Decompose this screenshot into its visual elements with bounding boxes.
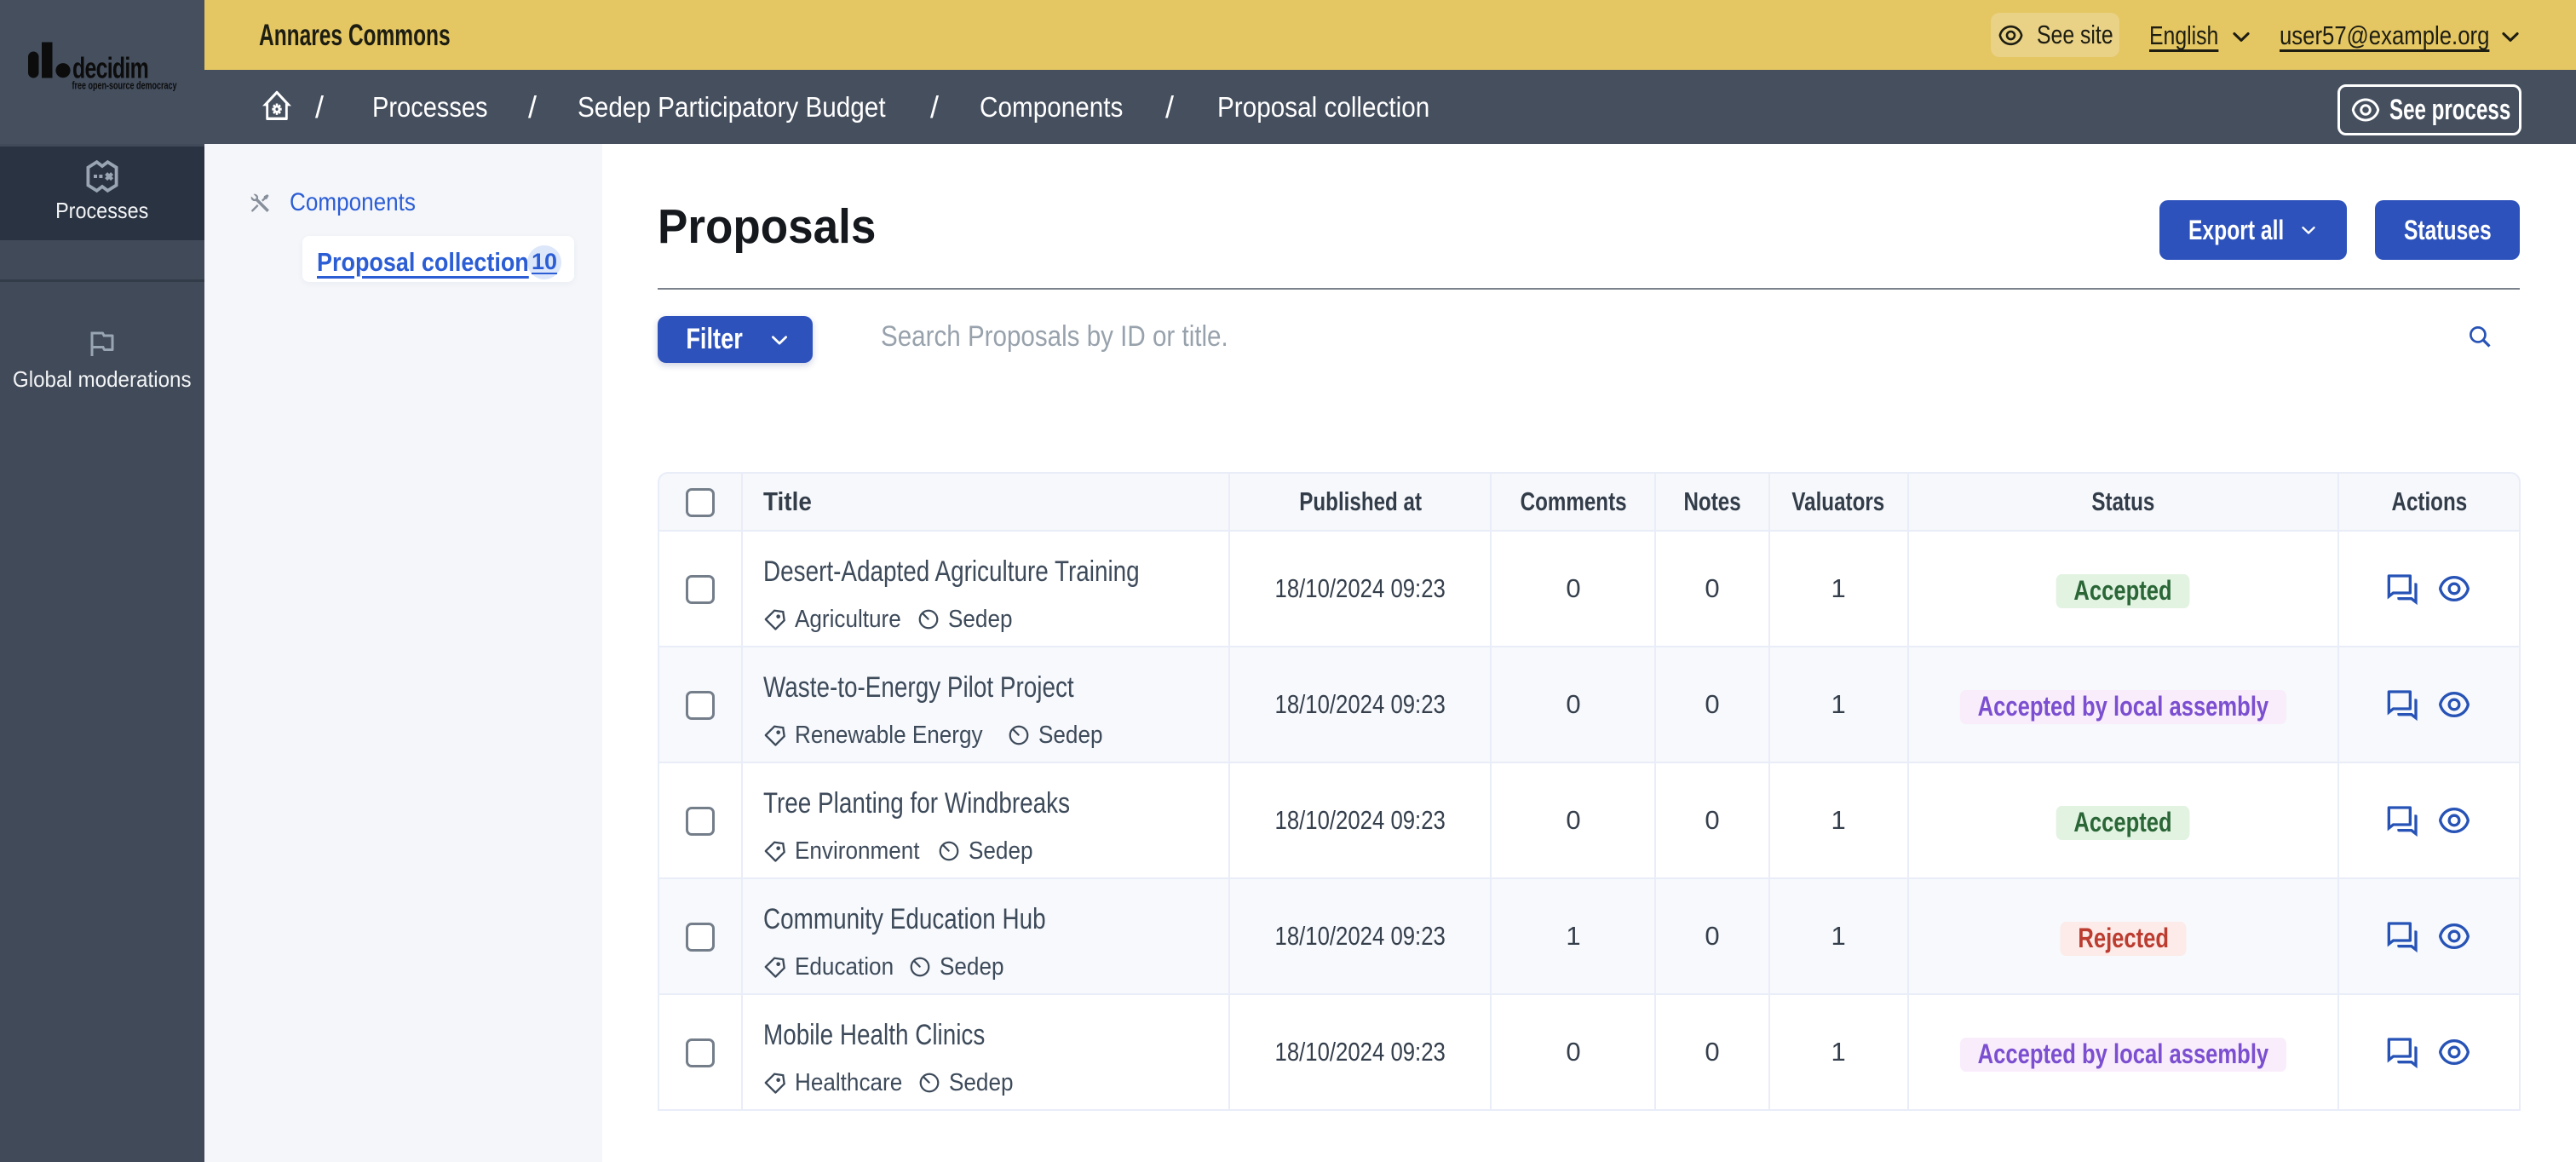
svg-text:free open-source democracy: free open-source democracy — [72, 80, 177, 92]
